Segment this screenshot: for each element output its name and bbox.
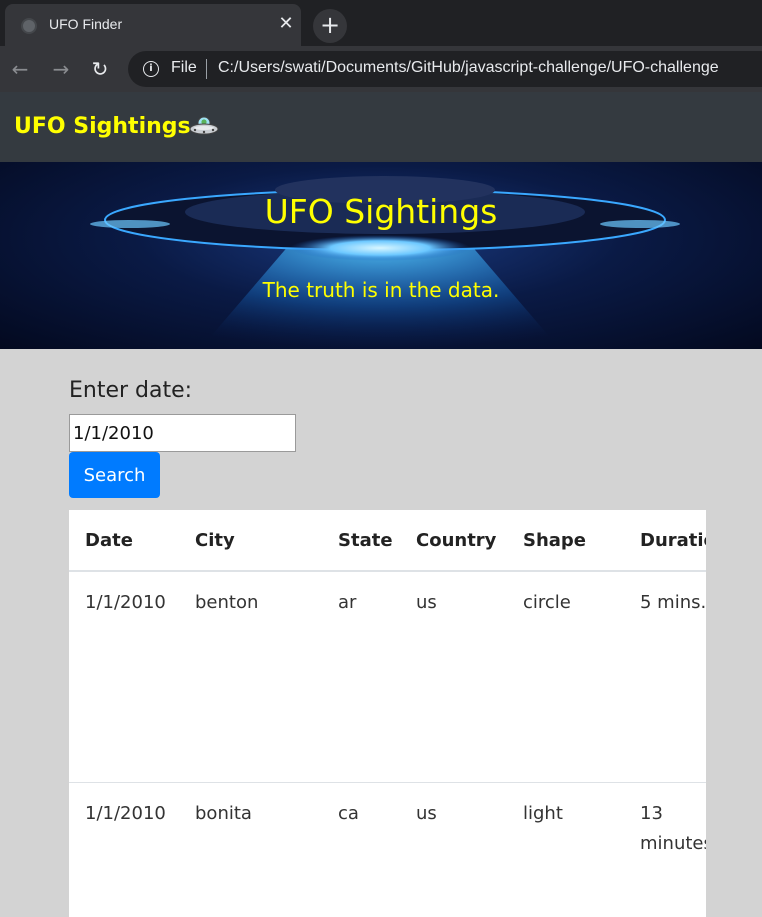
row-1-duration: 5 mins. [640,592,706,613]
header-country: Country [416,530,497,551]
ufo-hero-image [90,176,680,349]
date-input[interactable] [69,414,296,452]
header-duration: Duration [640,530,706,551]
row-1-country: us [416,592,437,613]
row-2-duration-line-2: minutes [640,833,706,854]
row-1-city: benton [195,592,259,613]
forward-arrow-icon[interactable]: → [48,56,74,82]
header-shape: Shape [523,530,587,551]
address-bar[interactable]: i File C:/Users/swati/Documents/GitHub/j… [128,51,762,87]
row-2-city: bonita [195,803,252,824]
hero-banner: UFO Sightings The truth is in the data. [0,162,762,349]
new-tab-icon[interactable]: + [313,9,347,43]
info-icon[interactable]: i [143,61,159,77]
browser-tabstrip: UFO Finder ✕ + [0,0,762,46]
row-2-shape: light [523,803,563,824]
row-1-date: 1/1/2010 [85,592,166,613]
header-city: City [195,530,235,551]
row-1-shape: circle [523,592,571,613]
ufo-icon [189,116,219,135]
search-button[interactable]: Search [69,452,160,498]
date-label: Enter date: [69,378,193,403]
row-2-duration-line-1: 13 [640,803,663,824]
header-divider [69,570,706,572]
reload-icon[interactable]: ↻ [87,56,113,82]
tab-title: UFO Finder [49,16,123,32]
close-tab-icon[interactable]: ✕ [275,13,297,35]
globe-icon [21,18,37,34]
row-2-country: us [416,803,437,824]
sightings-table: Date City State Country Shape Duration 1… [69,510,706,917]
browser-tab[interactable]: UFO Finder ✕ [5,4,301,46]
row-2-date: 1/1/2010 [85,803,166,824]
url-separator [206,59,207,79]
hero-title: UFO Sightings [264,192,498,231]
browser-toolbar: ← → ↻ i File C:/Users/swati/Documents/Gi… [0,46,762,92]
site-navbar: UFO Sightings [0,92,762,162]
navbar-brand[interactable]: UFO Sightings [14,114,191,139]
url-text[interactable]: C:/Users/swati/Documents/GitHub/javascri… [218,59,719,77]
header-date: Date [85,530,133,551]
header-state: State [338,530,393,551]
row-divider [69,782,706,783]
row-2-state: ca [338,803,359,824]
url-scheme: File [171,59,197,76]
back-arrow-icon[interactable]: ← [7,56,33,82]
row-1-state: ar [338,592,357,613]
hero-subtitle: The truth is in the data. [262,278,500,302]
